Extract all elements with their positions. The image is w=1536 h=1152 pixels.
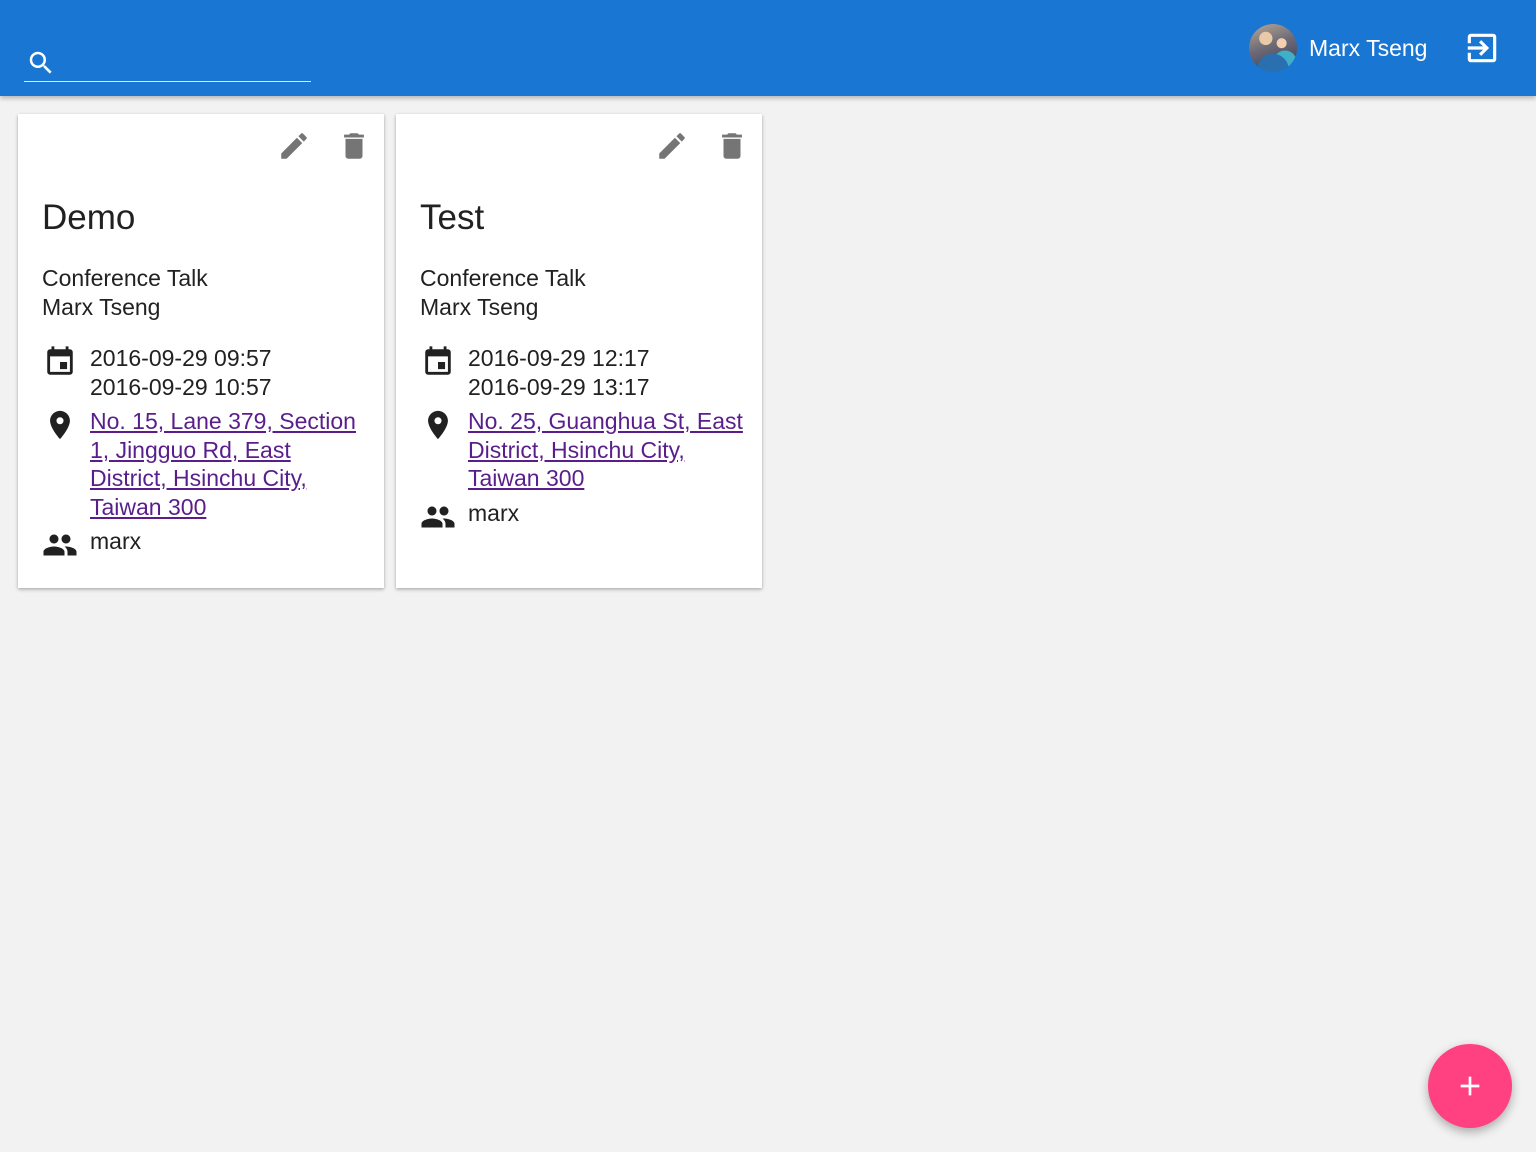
event-subtitle: Conference Talk Marx Tseng [42,264,208,322]
trash-icon [722,133,742,159]
add-event-button[interactable] [1428,1044,1512,1128]
search-input[interactable] [64,46,304,78]
user-info[interactable]: Marx Tseng [1249,24,1427,72]
app-bar: Marx Tseng [0,0,1536,96]
pencil-icon [659,133,685,159]
date-range: 2016-09-29 12:17 2016-09-29 13:17 [468,344,650,401]
event-details: 2016-09-29 09:57 2016-09-29 10:57 No. 15… [42,344,372,569]
pencil-icon [281,133,307,159]
card-actions [276,128,372,164]
card-actions [654,128,750,164]
people-icon [420,499,456,535]
event-speaker: Marx Tseng [42,294,161,320]
date-row: 2016-09-29 09:57 2016-09-29 10:57 [42,344,372,401]
trash-icon [344,133,364,159]
location-row: No. 25, Guanghua St, East District, Hsin… [420,407,750,493]
event-title: Demo [42,198,136,237]
map-pin-icon [420,407,456,443]
edit-button[interactable] [276,128,312,164]
attendees-row: marx [420,499,750,535]
logout-button[interactable] [1462,30,1502,66]
attendees-row: marx [42,527,372,563]
delete-button[interactable] [714,128,750,164]
event-type: Conference Talk [42,265,208,291]
calendar-icon [420,344,456,380]
address-link[interactable]: No. 15, Lane 379, Section 1, Jingguo Rd,… [90,407,372,521]
map-pin-icon [42,407,78,443]
search-box [24,44,311,82]
date-row: 2016-09-29 12:17 2016-09-29 13:17 [420,344,750,401]
exit-to-app-icon [1467,33,1497,63]
start-time: 2016-09-29 09:57 [90,345,272,371]
date-range: 2016-09-29 09:57 2016-09-29 10:57 [90,344,272,401]
event-card: Test Conference Talk Marx Tseng 2016-09-… [396,114,762,588]
calendar-icon [42,344,78,380]
end-time: 2016-09-29 13:17 [468,373,650,400]
user-name: Marx Tseng [1309,34,1428,61]
event-details: 2016-09-29 12:17 2016-09-29 13:17 No. 25… [420,344,750,541]
start-time: 2016-09-29 12:17 [468,345,650,371]
event-type: Conference Talk [420,265,586,291]
event-subtitle: Conference Talk Marx Tseng [420,264,586,322]
event-title: Test [420,198,485,237]
plus-icon [1460,1076,1480,1096]
attendees: marx [90,528,142,554]
address-link[interactable]: No. 25, Guanghua St, East District, Hsin… [468,407,750,493]
attendees: marx [468,499,520,526]
event-speaker: Marx Tseng [420,294,539,320]
edit-button[interactable] [654,128,690,164]
end-time: 2016-09-29 10:57 [90,373,272,400]
people-icon [42,527,78,563]
delete-button[interactable] [336,128,372,164]
location-row: No. 15, Lane 379, Section 1, Jingguo Rd,… [42,407,372,521]
search-icon[interactable] [26,48,56,78]
avatar[interactable] [1249,24,1297,72]
event-card: Demo Conference Talk Marx Tseng 2016-09-… [18,114,384,588]
